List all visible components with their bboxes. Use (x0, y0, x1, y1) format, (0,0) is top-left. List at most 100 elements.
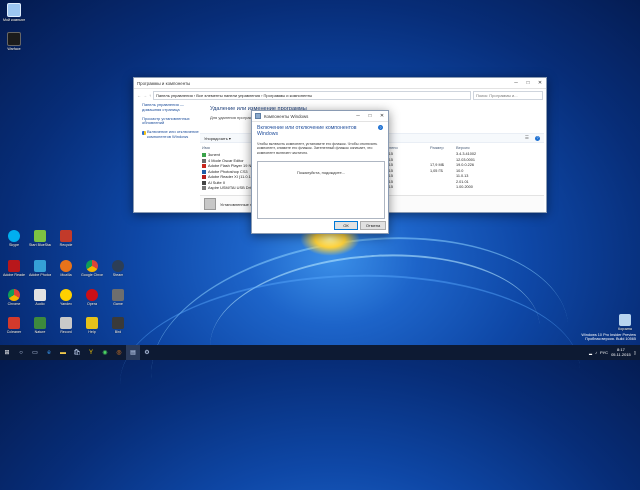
loading-text: Пожалуйста, подождите... (296, 170, 346, 175)
sidebar-link-home[interactable]: Панель управления — домашняя страница (142, 102, 200, 113)
desktop-icon-mozilla[interactable]: Mozilla (55, 260, 77, 277)
installed-programs-icon (204, 198, 216, 210)
nature-icon (34, 317, 46, 329)
warface-icon (7, 32, 21, 46)
desktop-icon-bird[interactable]: Bird (107, 317, 129, 334)
ok-button[interactable]: ОК (334, 221, 358, 230)
minimize-icon[interactable]: ─ (352, 111, 364, 121)
audio-icon (34, 289, 46, 301)
computer-icon (7, 3, 21, 17)
organize-button[interactable]: Упорядочить ▾ (200, 136, 231, 141)
desktop-icon-record[interactable]: Record (55, 317, 77, 334)
desktop-icon-bluestacks[interactable]: Start BlueStacks (29, 230, 51, 247)
program-icon (202, 180, 206, 185)
program-icon (202, 186, 206, 190)
sidebar-link-features[interactable]: Включение или отключение компонентов Win… (147, 129, 200, 140)
features-titlebar[interactable]: Компоненты Windows ─ □ ✕ (252, 111, 388, 122)
notifications-icon[interactable]: ▯ (634, 350, 636, 355)
ccleaner-icon (8, 317, 20, 329)
desktop-icon-recycle-bin[interactable]: Корзина (614, 314, 636, 331)
view-icon[interactable]: ☰ (525, 135, 529, 141)
breadcrumb[interactable]: Панель управления › Все элементы панели … (153, 90, 471, 100)
taskbar: ⊞ ○ ▭ e ▬ 🛍 Y ◉ ◎ ▤ ⚙ ▂ ♪ РУС 8:17 05.11… (0, 345, 640, 360)
firefox-taskbar-icon[interactable]: ◎ (112, 345, 126, 360)
back-icon[interactable]: ← (137, 93, 141, 98)
features-description: Чтобы включить компонент, установите его… (257, 142, 378, 155)
chrome-icon (8, 289, 20, 301)
bluestacks-icon (34, 230, 46, 242)
help-icon[interactable]: ? (535, 135, 540, 141)
adobe-reader-icon (8, 260, 20, 272)
mouse-cursor (153, 140, 156, 150)
chrome-taskbar-icon[interactable]: ◉ (98, 345, 112, 360)
edge-icon[interactable]: e (42, 345, 56, 360)
column-header-version[interactable]: Версия (456, 145, 470, 150)
desktop-icon-photoshop[interactable]: Adobe Photoshop (29, 260, 51, 277)
minimize-icon[interactable]: ─ (510, 78, 522, 88)
up-icon[interactable]: ↑ (149, 93, 151, 98)
sidebar-link-updates[interactable]: Просмотр установленных обновлений (142, 116, 200, 127)
windows-watermark: Windows 10 Pro Insider Preview Пробная в… (581, 333, 636, 342)
desktop-icon-help[interactable]: Help (81, 317, 103, 334)
game-icon (112, 289, 124, 301)
close-icon[interactable]: ✕ (534, 78, 546, 88)
desktop-icon-nature[interactable]: Nature (29, 317, 51, 334)
cancel-button[interactable]: Отмена (360, 221, 386, 230)
desktop-icon-adobe-reader[interactable]: Adobe Reader (3, 260, 25, 277)
program-icon (202, 164, 206, 168)
program-icon (202, 158, 206, 163)
features-heading: Включение или отключение компонентов Win… (257, 125, 357, 137)
desktop-icon-opera[interactable]: Opera (81, 289, 103, 306)
program-icon (202, 153, 206, 157)
forward-icon[interactable]: → (143, 93, 147, 98)
search-icon[interactable]: ○ (14, 345, 28, 360)
yandex-icon (60, 289, 72, 301)
help-icon (86, 317, 98, 329)
recycle-bin-icon (619, 314, 631, 326)
language-indicator[interactable]: РУС (600, 350, 608, 355)
record-icon (60, 317, 72, 329)
column-header-name[interactable]: Имя (202, 145, 210, 150)
clock[interactable]: 8:17 05.11.2015 (611, 347, 631, 357)
desktop-icon-google-chrome[interactable]: Google Chrome (81, 260, 103, 277)
desktop-icon-warface[interactable]: Warface (3, 32, 25, 51)
yandex-browser-icon[interactable]: Y (84, 345, 98, 360)
task-view-icon[interactable]: ▭ (28, 345, 42, 360)
programs-titlebar[interactable]: Программы и компоненты ─ □ ✕ (134, 78, 546, 89)
close-icon[interactable]: ✕ (376, 111, 388, 121)
steam-icon (112, 260, 124, 272)
help-icon[interactable]: ? (378, 125, 383, 130)
photoshop-icon (34, 260, 46, 272)
desktop-icon-my-computer[interactable]: Мой компьютер (3, 3, 25, 22)
start-icon[interactable]: ⊞ (0, 345, 14, 360)
maximize-icon[interactable]: □ (522, 78, 534, 88)
desktop-icon-ccleaner[interactable]: Ccleaner (3, 317, 25, 334)
opera-icon (86, 289, 98, 301)
desktop-icon-steam[interactable]: Steam (107, 260, 129, 277)
programs-taskbar-icon[interactable]: ▤ (126, 345, 140, 360)
search-input[interactable]: Поиск: Программы и... (473, 90, 543, 100)
desktop-icon-recycle[interactable]: Recycle (55, 230, 77, 247)
desktop-icon-chrome[interactable]: Chrome (3, 289, 25, 306)
desktop-icon-audio[interactable]: Audio (29, 289, 51, 306)
desktop-icon-game[interactable]: Game (107, 289, 129, 306)
bird-icon (112, 317, 124, 329)
features-list: Пожалуйста, подождите... (257, 161, 385, 219)
volume-icon[interactable]: ♪ (595, 350, 597, 355)
network-icon[interactable]: ▂ (589, 350, 592, 355)
recycle-icon (60, 230, 72, 242)
shield-icon (142, 131, 146, 136)
program-icon (202, 169, 206, 174)
maximize-icon[interactable]: □ (364, 111, 376, 121)
folder-icon[interactable]: ▬ (56, 345, 70, 360)
desktop-icon-skype[interactable]: Skype (3, 230, 25, 247)
features-dialog: Компоненты Windows ─ □ ✕ Включение или о… (251, 110, 389, 234)
sidebar: Панель управления — домашняя страница Пр… (142, 102, 200, 140)
store-icon[interactable]: 🛍 (70, 345, 84, 360)
program-icon (202, 175, 206, 179)
column-header-size[interactable]: Размер (430, 145, 444, 150)
chrome-icon (86, 260, 98, 272)
settings-taskbar-icon[interactable]: ⚙ (140, 345, 154, 360)
desktop-icon-yandex[interactable]: Yandex (55, 289, 77, 306)
system-tray: ▂ ♪ РУС 8:17 05.11.2015 ▯ (589, 345, 636, 360)
